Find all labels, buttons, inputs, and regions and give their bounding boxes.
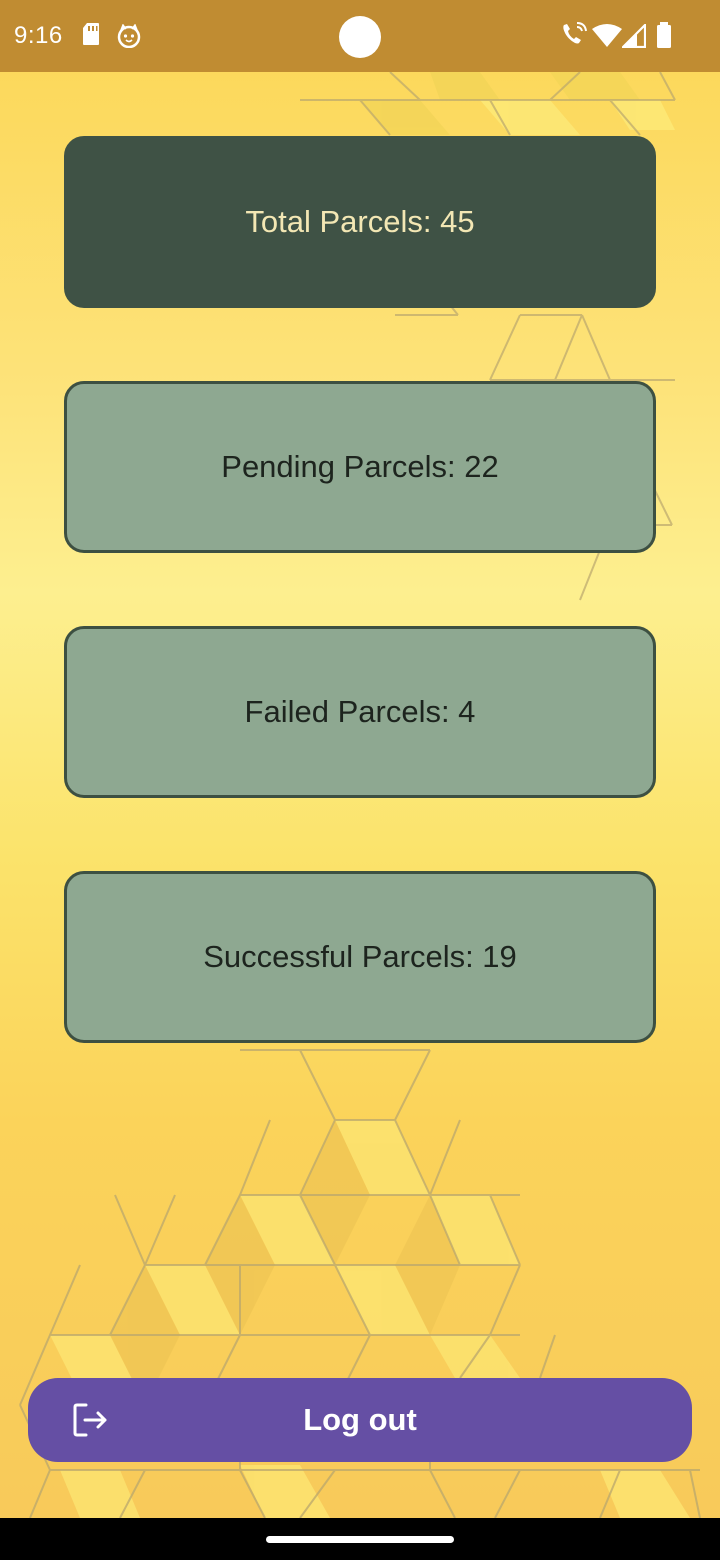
wifi-calling-icon bbox=[560, 22, 588, 53]
status-bar: 9:16 bbox=[0, 0, 720, 72]
battery-icon bbox=[656, 22, 672, 53]
failed-parcels-label: Failed Parcels: 4 bbox=[244, 694, 476, 729]
sd-card-icon bbox=[82, 22, 100, 51]
camera-cutout bbox=[339, 16, 381, 58]
home-indicator[interactable] bbox=[266, 1536, 454, 1543]
pending-parcels-label: Pending Parcels: 22 bbox=[221, 449, 499, 484]
logout-button[interactable]: Log out bbox=[28, 1378, 692, 1462]
successful-parcels-card[interactable]: Successful Parcels: 19 bbox=[64, 871, 656, 1043]
total-parcels-label: Total Parcels: 45 bbox=[245, 204, 475, 239]
logout-label: Log out bbox=[303, 1402, 417, 1437]
navigation-bar bbox=[0, 1518, 720, 1560]
successful-parcels-label: Successful Parcels: 19 bbox=[203, 939, 517, 974]
wifi-icon bbox=[592, 24, 622, 53]
failed-parcels-card[interactable]: Failed Parcels: 4 bbox=[64, 626, 656, 798]
logout-icon bbox=[72, 1402, 110, 1443]
pending-parcels-card[interactable]: Pending Parcels: 22 bbox=[64, 381, 656, 553]
cellular-signal-icon bbox=[620, 22, 647, 53]
total-parcels-card[interactable]: Total Parcels: 45 bbox=[64, 136, 656, 308]
cat-notification-icon bbox=[116, 23, 142, 53]
status-time: 9:16 bbox=[14, 22, 63, 49]
